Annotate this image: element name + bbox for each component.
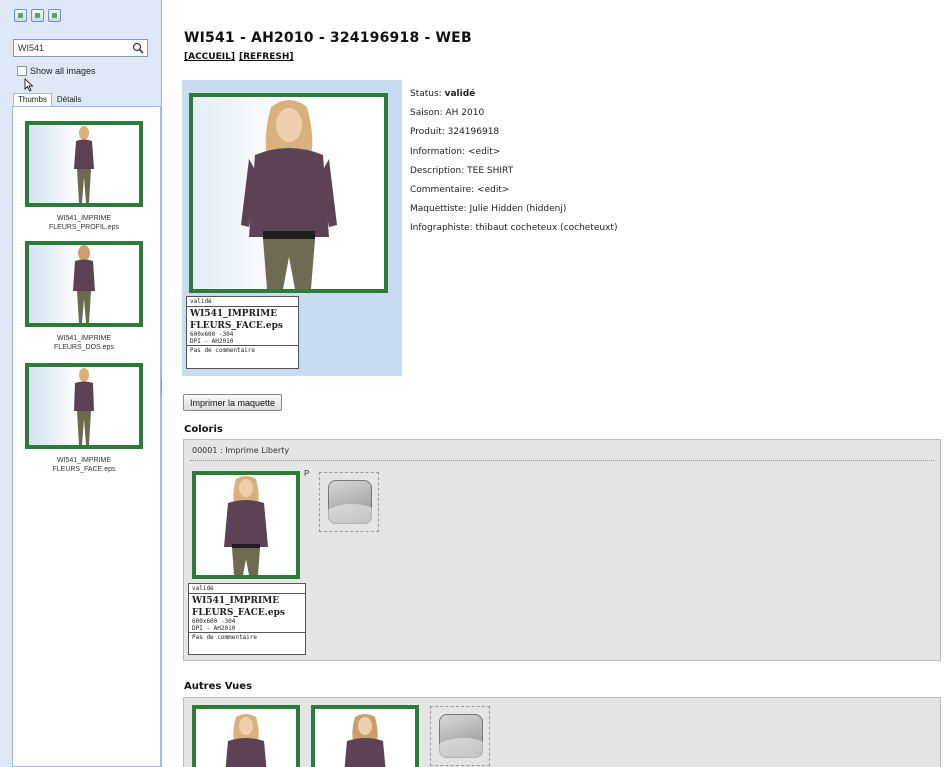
description-line: Description: TEE SHIRT <box>410 165 514 176</box>
show-all-images-row: Show all images <box>17 66 96 76</box>
other-view-image[interactable] <box>192 705 300 767</box>
coloris-panel: 00001 : Imprime Liberty P validé WI541_I… <box>183 439 941 661</box>
image-meta-line1: 600x600 -304 <box>190 331 234 338</box>
coloris-title: Coloris <box>184 424 223 435</box>
image-info-box: validé WI541_IMPRIME FLEURS_FACE.eps 600… <box>186 296 299 369</box>
image-filename-line1: WI541_IMPRIME <box>190 309 278 319</box>
print-mockup-button[interactable]: Imprimer la maquette <box>183 394 283 411</box>
thumbnail-caption: WI541_IMPRIME FLEURS_DOS.eps <box>54 335 114 351</box>
information-line[interactable]: Information: <edit> <box>410 146 617 165</box>
divider <box>190 460 934 461</box>
sidebar: Show all images Thumbs Détails WI541_IMP… <box>0 0 162 767</box>
search-input[interactable] <box>14 40 126 56</box>
other-view-image[interactable] <box>311 705 419 767</box>
search-box <box>13 39 148 57</box>
coloris-info-box: validé WI541_IMPRIME FLEURS_FACE.eps 600… <box>188 583 306 655</box>
model-photo <box>74 368 94 445</box>
autres-vues-title: Autres Vues <box>184 681 253 692</box>
page-title: WI541 - AH2010 - 324196918 - WEB <box>184 30 472 46</box>
sidebar-toolbar <box>0 0 161 32</box>
toolbar-button-3[interactable] <box>48 9 61 22</box>
thumbnail-image[interactable] <box>25 241 143 327</box>
accueil-link[interactable]: [ACCUEIL] <box>184 52 235 62</box>
sidebar-tabs: Thumbs Détails <box>13 93 86 106</box>
nav-links: [ACCUEIL] [REFRESH] <box>184 52 298 62</box>
thumbnail-image[interactable] <box>25 121 143 207</box>
produit-line: Produit: 324196918 <box>410 127 500 138</box>
coloris-filename-line1: WI541_IMPRIME <box>192 596 280 606</box>
coloris-image[interactable] <box>192 471 300 579</box>
coloris-header: 00001 : Imprime Liberty <box>192 446 290 455</box>
thumbnails-panel: WI541_IMPRIME FLEURS_PROFIL.eps WI541_IM… <box>12 106 161 767</box>
thumbnail-image[interactable] <box>25 363 143 449</box>
image-placeholder-icon <box>328 480 372 524</box>
autres-vues-panel <box>183 697 941 767</box>
show-all-images-checkbox[interactable] <box>17 66 27 76</box>
commentaire-line[interactable]: Commentaire: <edit> <box>410 184 617 203</box>
model-photo <box>225 714 267 767</box>
coloris-comment: Pas de commentaire <box>192 634 258 641</box>
infographiste-line: Infographiste: thibaut cocheteux (cochet… <box>410 223 618 234</box>
tab-thumbs[interactable]: Thumbs <box>13 93 52 106</box>
thumbnail-caption: WI541_IMPRIME FLEURS_FACE.eps <box>52 457 116 473</box>
mouse-cursor-icon <box>24 78 34 92</box>
model-photo <box>344 714 386 767</box>
status-line: Status: validé <box>410 89 476 99</box>
primary-marker: P <box>304 469 310 478</box>
coloris-meta-line1: 600x600 -304 <box>192 618 236 625</box>
refresh-link[interactable]: [REFRESH] <box>239 52 294 62</box>
coloris-meta-line2: DPI - AH2010 <box>189 625 305 633</box>
thumbnail-item[interactable]: WI541_IMPRIME FLEURS_FACE.eps <box>25 363 143 474</box>
thumbnail-item[interactable]: WI541_IMPRIME FLEURS_DOS.eps <box>25 241 143 352</box>
image-meta-line2: DPI - AH2010 <box>187 338 298 346</box>
toolbar-button-2[interactable] <box>31 9 44 22</box>
empty-image-slot[interactable] <box>430 706 490 766</box>
image-status: validé <box>187 297 298 307</box>
image-filename-line2: FLEURS_FACE.eps <box>190 321 283 331</box>
coloris-status: validé <box>189 584 305 594</box>
thumbnail-item[interactable]: WI541_IMPRIME FLEURS_PROFIL.eps <box>25 121 143 232</box>
model-photo <box>74 126 94 203</box>
toolbar-button-1[interactable] <box>14 9 27 22</box>
product-details: Status: validé Saison: AH 2010 Produit: … <box>410 88 617 242</box>
empty-image-slot[interactable] <box>319 472 379 532</box>
main-image-card: validé WI541_IMPRIME FLEURS_FACE.eps 600… <box>182 80 402 376</box>
image-placeholder-icon <box>439 714 483 758</box>
main-content: WI541 - AH2010 - 324196918 - WEB [ACCUEI… <box>163 0 950 767</box>
model-photo <box>240 100 337 289</box>
tab-details[interactable]: Détails <box>52 93 86 106</box>
show-all-images-label: Show all images <box>30 66 96 76</box>
status-value: validé <box>444 89 476 99</box>
model-photo <box>224 476 268 575</box>
maquettiste-line: Maquettiste: Julie Hidden (hiddenj) <box>410 204 567 215</box>
search-icon[interactable] <box>132 42 144 54</box>
saison-line: Saison: AH 2010 <box>410 108 485 119</box>
coloris-filename-line2: FLEURS_FACE.eps <box>192 608 285 618</box>
model-photo <box>73 245 95 323</box>
image-comment: Pas de commentaire <box>190 347 256 354</box>
main-image[interactable] <box>189 93 388 293</box>
thumbnail-caption: WI541_IMPRIME FLEURS_PROFIL.eps <box>48 215 120 231</box>
